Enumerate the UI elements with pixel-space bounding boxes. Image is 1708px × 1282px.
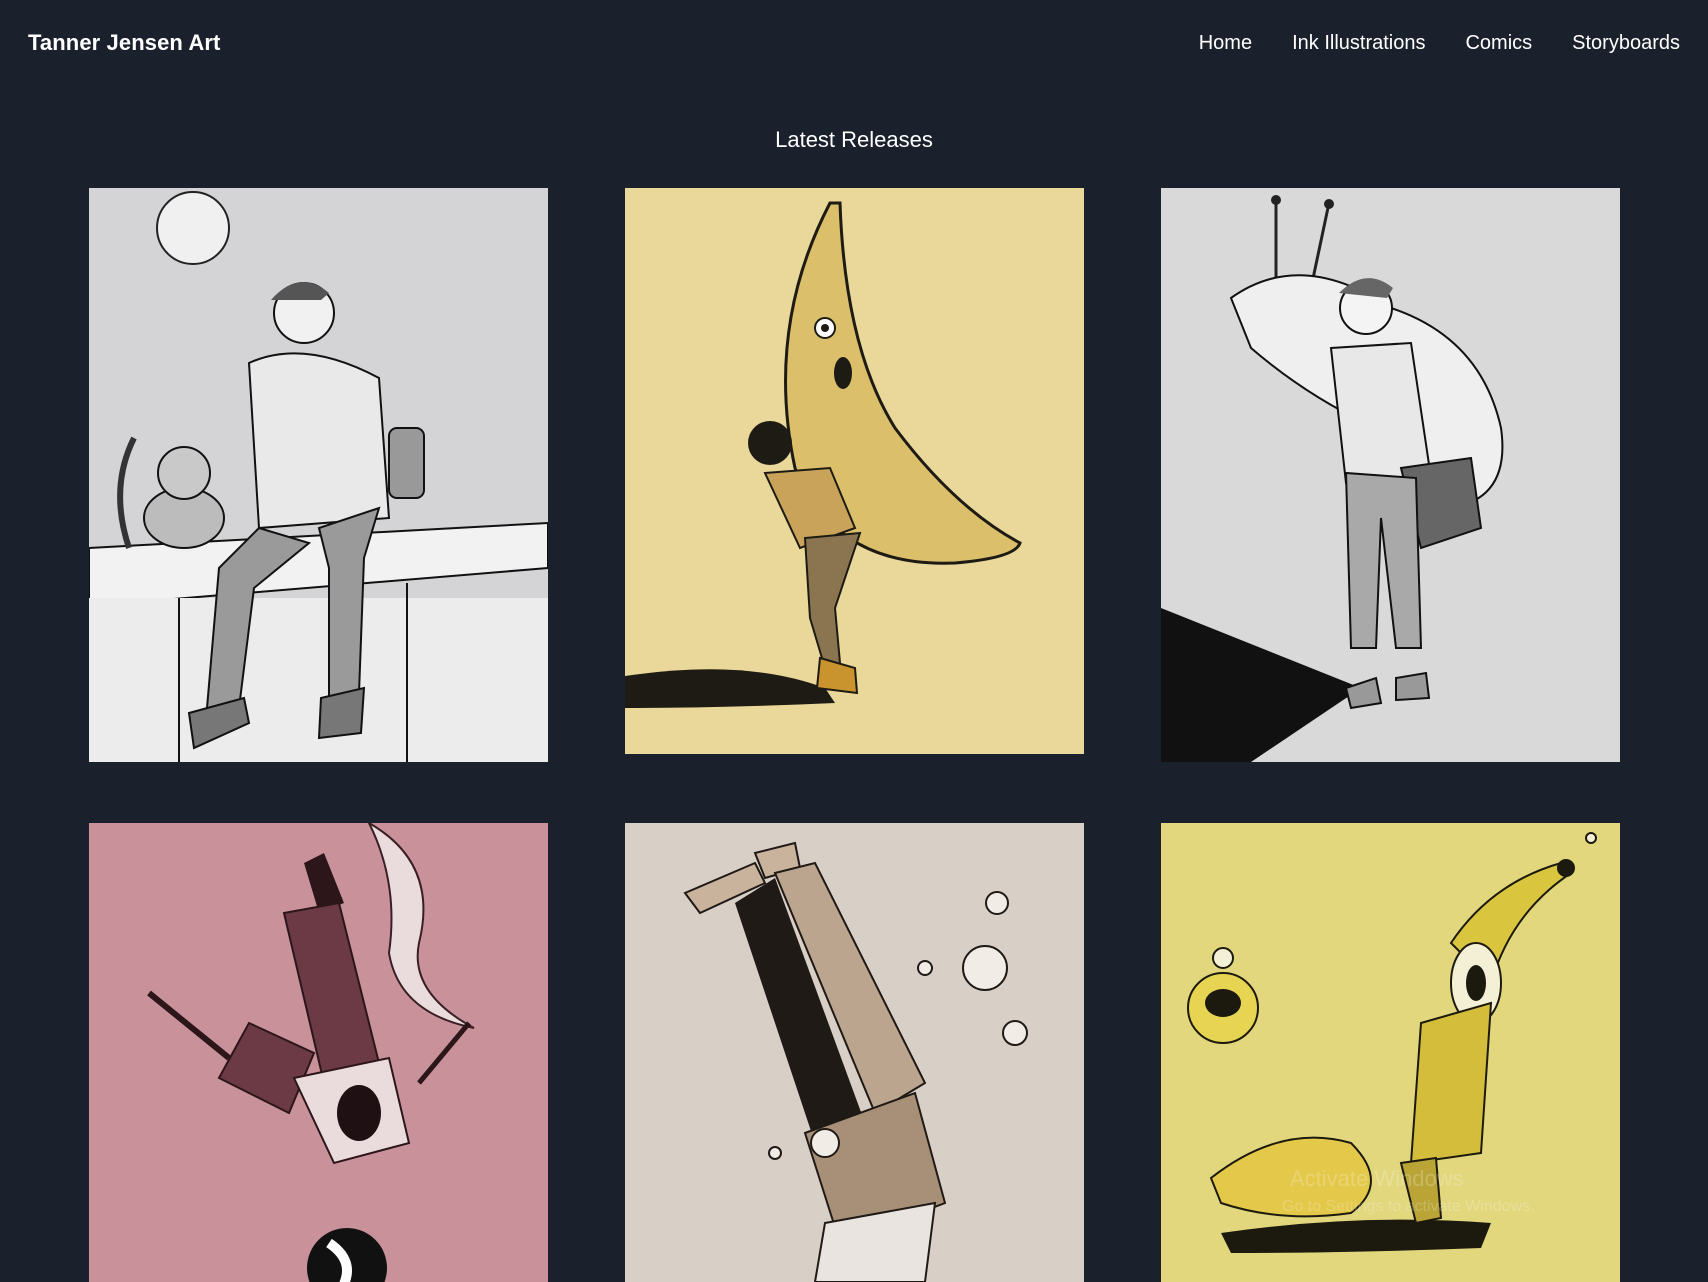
artwork-card-beige-falling-figure[interactable] (625, 823, 1084, 1282)
artwork-boy-and-cat (89, 188, 548, 762)
nav-comics[interactable]: Comics (1465, 32, 1532, 55)
artwork-card-girl-with-snail[interactable] (1161, 188, 1620, 762)
artwork-banana (625, 188, 1084, 754)
artwork-card-boy-and-cat[interactable] (89, 188, 548, 762)
site-header: Tanner Jensen Art Home Ink Illustrations… (0, 0, 1708, 90)
artwork-card-pink-falling-figure[interactable] (89, 823, 548, 1282)
brand-logo-link[interactable]: Tanner Jensen Art (28, 30, 220, 56)
nav-home[interactable]: Home (1199, 32, 1252, 55)
nav-ink-illustrations[interactable]: Ink Illustrations (1292, 32, 1425, 55)
artwork-pink-falling-figure (89, 823, 548, 1282)
artwork-card-banana[interactable] (625, 188, 1084, 754)
artwork-card-yellow-figure[interactable] (1161, 823, 1620, 1282)
nav-storyboards[interactable]: Storyboards (1572, 32, 1680, 55)
section-title: Latest Releases (775, 127, 933, 152)
artwork-girl-with-snail (1161, 188, 1620, 762)
artwork-yellow-figure (1161, 823, 1620, 1282)
artwork-beige-falling-figure (625, 823, 1084, 1282)
main-nav: Home Ink Illustrations Comics Storyboard… (1199, 32, 1680, 55)
